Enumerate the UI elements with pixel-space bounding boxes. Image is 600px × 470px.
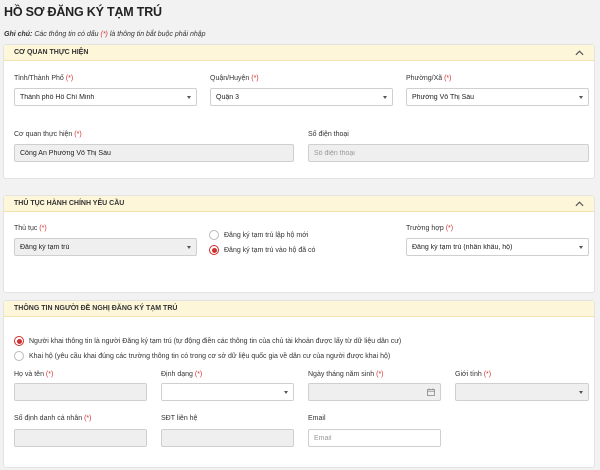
option-declare-on-behalf-label: Khai hộ (yêu cầu khai đúng các trường th… [29,352,391,360]
procedure-panel: THỦ TỤC HÀNH CHÍNH YÊU CẦU Thủ tục (*) Đ… [3,195,595,293]
note-text-after: là thông tin bắt buộc phải nhập [107,31,206,38]
birth-date-required-marker: (*) [376,371,384,378]
agency-label-text: Cơ quan thực hiện [14,131,75,138]
district-required-marker: (*) [251,75,259,82]
ward-label: Phường/Xã (*) [406,75,451,82]
gender-select[interactable] [455,383,589,401]
caret-down-icon [579,390,583,394]
full-name-required-marker: (*) [45,371,54,378]
agency-panel: CƠ QUAN THỰC HIỆN Tỉnh/Thành Phố (*) Thà… [3,44,595,179]
note-required-marker: (*) [100,31,108,38]
contact-phone-label: SĐT liên hệ [161,415,198,422]
caret-down-icon [187,245,191,249]
full-name-label: Họ và tên (*) [14,371,53,378]
province-value: Thành phố Hồ Chí Minh [20,93,95,101]
province-label-text: Tỉnh/Thành Phố [14,75,66,82]
caret-down-icon [579,95,583,99]
option-existing-household-label: Đăng ký tạm trú vào hộ đã có [224,246,316,254]
phone-input[interactable]: Số điện thoại [308,144,589,162]
district-label: Quận/Huyện (*) [210,75,259,82]
gender-label: Giới tính (*) [455,371,491,378]
id-number-label: Số định danh cá nhân (*) [14,415,91,422]
agency-panel-header[interactable]: CƠ QUAN THỰC HIỆN [4,45,594,61]
gender-required-marker: (*) [483,371,492,378]
district-select[interactable]: Quận 3 [210,88,393,106]
caret-down-icon [187,95,191,99]
caret-down-icon [383,95,387,99]
applicant-panel-title: THÔNG TIN NGƯỜI ĐỀ NGHỊ ĐĂNG KÝ TẠM TRÚ [14,305,178,312]
option-new-household-label: Đăng ký tạm trú lập hộ mới [224,231,309,239]
id-number-label-text: Số định danh cá nhân [14,415,85,422]
option-existing-household[interactable]: Đăng ký tạm trú vào hộ đã có [209,245,315,255]
birth-date-label-text: Ngày tháng năm sinh [308,371,377,378]
case-select[interactable]: Đăng ký tạm trú (nhân khẩu, hộ) [406,238,589,256]
procedure-required-marker: (*) [39,225,47,232]
procedure-value: Đăng ký tạm trú [20,243,70,251]
procedure-label: Thủ tục (*) [14,225,47,232]
agency-field: Công An Phường Võ Thị Sáu [14,144,294,162]
email-input[interactable]: Email [308,429,441,447]
procedure-label-text: Thủ tục [14,225,40,232]
radio-declare-on-behalf[interactable] [14,351,24,361]
case-value: Đăng ký tạm trú (nhân khẩu, hộ) [412,243,513,251]
case-label-text: Trường hợp [406,225,446,232]
district-label-text: Quận/Huyện [210,75,252,82]
agency-value: Công An Phường Võ Thị Sáu [20,149,111,157]
case-label: Trường hợp (*) [406,225,453,232]
birth-date-label: Ngày tháng năm sinh (*) [308,371,384,378]
note-label: Ghi chú: [4,31,33,38]
district-value: Quận 3 [216,93,239,101]
option-declare-on-behalf[interactable]: Khai hộ (yêu cầu khai đúng các trường th… [14,351,390,361]
format-select[interactable] [161,383,294,401]
format-label: Định dạng (*) [161,371,202,378]
option-new-household[interactable]: Đăng ký tạm trú lập hộ mới [209,230,308,240]
full-name-input[interactable] [14,383,147,401]
chevron-up-icon[interactable] [574,48,584,58]
gender-label-text: Giới tính [455,371,484,378]
ward-value: Phường Võ Thị Sáu [412,93,475,101]
agency-required-marker: (*) [74,131,82,138]
ward-select[interactable]: Phường Võ Thị Sáu [406,88,589,106]
radio-self-declare[interactable] [14,336,24,346]
caret-down-icon [579,245,583,249]
chevron-up-icon[interactable] [574,199,584,209]
full-name-label-text: Họ và tên [14,371,46,378]
option-self-declare-label: Người khai thông tin là người Đăng ký tạ… [29,337,402,345]
caret-down-icon [284,390,288,394]
agency-label: Cơ quan thực hiện (*) [14,131,82,138]
phone-label: Số điện thoại [308,131,349,138]
procedure-panel-title: THỦ TỤC HÀNH CHÍNH YÊU CẦU [14,200,125,207]
case-required-marker: (*) [445,225,454,232]
applicant-panel-header[interactable]: THÔNG TIN NGƯỜI ĐỀ NGHỊ ĐĂNG KÝ TẠM TRÚ [4,301,594,317]
contact-phone-input[interactable] [161,429,294,447]
radio-new-household[interactable] [209,230,219,240]
radio-existing-household[interactable] [209,245,219,255]
procedure-panel-header[interactable]: THỦ TỤC HÀNH CHÍNH YÊU CẦU [4,196,594,212]
format-required-marker: (*) [194,371,203,378]
id-number-input[interactable] [14,429,147,447]
phone-placeholder: Số điện thoại [314,149,355,157]
option-self-declare[interactable]: Người khai thông tin là người Đăng ký tạ… [14,336,401,346]
calendar-icon[interactable] [427,388,435,396]
id-number-required-marker: (*) [84,415,92,422]
required-note: Ghi chú: Các thông tin có dấu (*) là thô… [4,31,206,38]
province-required-marker: (*) [65,75,74,82]
province-label: Tỉnh/Thành Phố (*) [14,75,73,82]
note-text-before: Các thông tin có dấu [32,31,101,38]
email-placeholder: Email [314,434,332,442]
procedure-select[interactable]: Đăng ký tạm trú [14,238,197,256]
applicant-panel: THÔNG TIN NGƯỜI ĐỀ NGHỊ ĐĂNG KÝ TẠM TRÚ … [3,300,595,468]
page-title: HỒ SƠ ĐĂNG KÝ TẠM TRÚ [4,5,162,19]
ward-label-text: Phường/Xã [406,75,445,82]
format-label-text: Định dạng [161,371,195,378]
agency-panel-title: CƠ QUAN THỰC HIỆN [14,49,89,56]
province-select[interactable]: Thành phố Hồ Chí Minh [14,88,197,106]
email-label: Email [308,415,326,422]
ward-required-marker: (*) [444,75,452,82]
birth-date-input[interactable] [308,383,441,401]
